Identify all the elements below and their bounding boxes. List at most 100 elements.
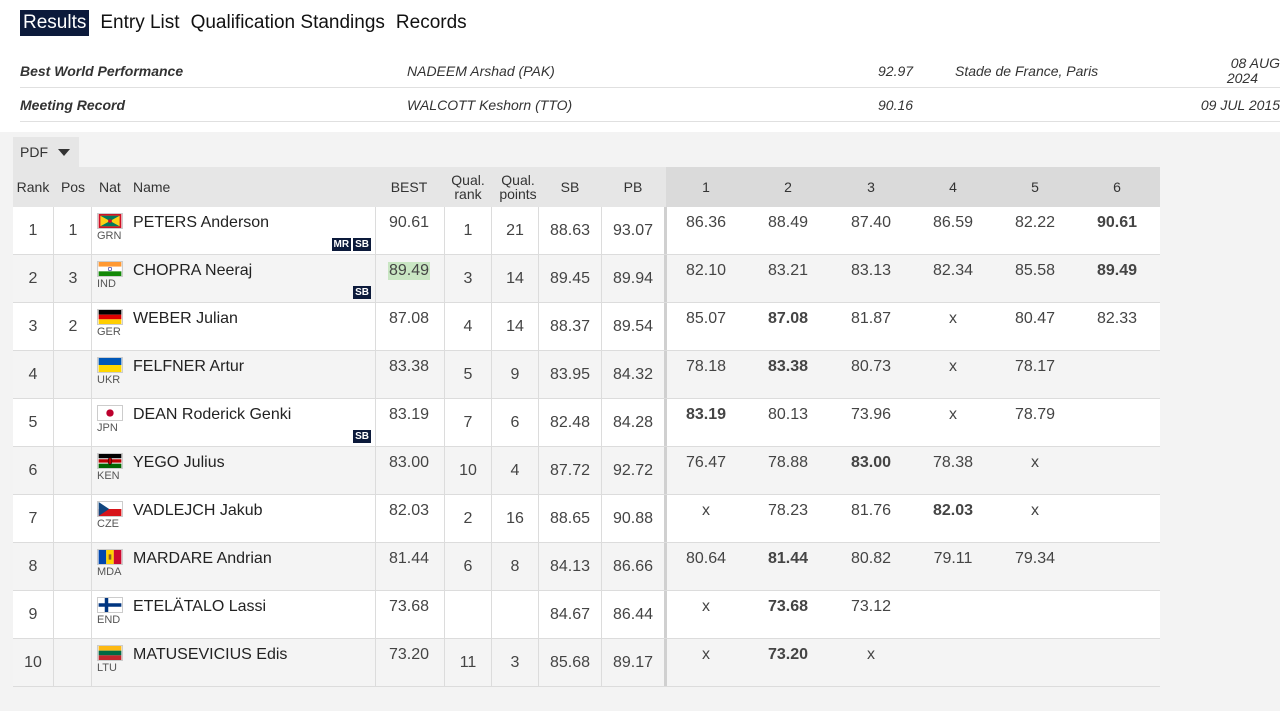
athlete-name-link[interactable]: ETELÄTALO Lassi [133,598,266,616]
cell-attempt-3: 81.76 [850,502,892,519]
cell-divider [491,255,492,302]
nat-cell: END [97,597,127,626]
record-mark: 90.16 [878,97,914,113]
moldova-flag-icon [97,549,127,565]
tab-entry-list[interactable]: Entry List [95,10,184,36]
cell-attempt-6 [1077,591,1157,638]
table-row[interactable]: 6 KEN YEGO Julius 83.00 10 4 87.72 92.72 76.47… [13,447,1160,495]
cell-rank: 9 [28,605,38,623]
cell-attempt-2: 87.08 [767,310,809,327]
nat-cell: UKR [97,357,127,386]
athlete-name-link[interactable]: FELFNER Artur [133,358,244,376]
cell-divider [91,207,92,254]
athlete-name-link[interactable]: PETERS Anderson [133,214,269,232]
table-row[interactable]: 8 MDA MARDARE Andrian 81.44 6 8 84.13 86.66 80… [13,543,1160,591]
best-value: 89.49 [387,262,431,280]
cell-divider [53,207,54,254]
athlete-name-link[interactable]: VADLEJCH Jakub [133,502,263,520]
col-rank[interactable]: Rank [13,167,53,207]
cell-divider [601,351,602,398]
table-row[interactable]: 10 LTU MATUSEVICIUS Edis 73.20 11 3 85.68 89.… [13,639,1160,687]
tab-records[interactable]: Records [391,10,472,36]
cell-attempt-3: 80.73 [850,358,892,375]
cell-attempt-6 [1077,495,1157,542]
cell-divider [53,495,54,542]
table-row[interactable]: 7 CZE VADLEJCH Jakub 82.03 2 16 88.65 90.88 x 7… [13,495,1160,543]
cell-attempt-4: 78.38 [932,454,974,471]
cell-rank: 4 [28,365,38,383]
cell-pb: 89.17 [612,653,654,671]
col-qual-rank[interactable]: Qual. rank [446,167,490,207]
col-name[interactable]: Name [133,167,213,207]
cell-attempt-5: 79.34 [1014,550,1056,567]
col-attempt-2[interactable]: 2 [748,167,828,207]
cell-attempt-1: x [702,598,710,615]
athlete-name-link[interactable]: DEAN Roderick Genki [133,406,291,424]
cell-attempt-2: 80.13 [767,406,809,423]
cell-divider [444,255,445,302]
athlete-name-link[interactable]: MARDARE Andrian [133,550,272,568]
cell-divider [538,207,539,254]
cell-qual-points: 16 [506,509,524,527]
cell-qual-points: 6 [510,413,520,431]
cell-divider [444,495,445,542]
cell-attempt-3: 83.00 [850,454,892,471]
cell-divider [601,447,602,494]
col-pos[interactable]: Pos [55,167,91,207]
cell-qual-rank: 3 [463,269,473,287]
record-mark: 92.97 [878,63,914,79]
nat-cell: IND [97,261,127,290]
col-attempt-1[interactable]: 1 [666,167,746,207]
table-row[interactable]: 4 UKR FELFNER Artur 83.38 5 9 83.95 84.32 78.1… [13,351,1160,399]
athlete-name-link[interactable]: MATUSEVICIUS Edis [133,646,287,664]
cell-pos [55,351,91,398]
cell-attempt-3: 83.13 [850,262,892,279]
pdf-dropdown[interactable]: PDF [13,137,79,167]
athlete-name-link[interactable]: YEGO Julius [133,454,225,472]
cell-pb: 93.07 [612,221,654,239]
cell-attempt-2: 83.38 [767,358,809,375]
table-body: 11 GRN PETERS Anderson MR SB 90.61 1 21 88.63 9… [13,207,1160,687]
cell-divider [53,255,54,302]
cell-divider [53,543,54,590]
cell-qual-rank [446,591,490,638]
tab-qualification-standings[interactable]: Qualification Standings [186,10,390,36]
col-attempt-5[interactable]: 5 [995,167,1075,207]
cell-sb: 84.13 [549,557,591,575]
athlete-name-link[interactable]: WEBER Julian [133,310,238,328]
col-sb[interactable]: SB [540,167,600,207]
col-qual-rank-line: rank [454,186,482,202]
table-row[interactable]: 5 JPN DEAN Roderick Genki SB 83.19 7 6 82.48 8… [13,399,1160,447]
table-row[interactable]: 3 2 GER WEBER Julian 87.08 4 14 88.37 89.54 85.… [13,303,1160,351]
col-attempt-3[interactable]: 3 [831,167,911,207]
record-row-world-performance: Best World Performance NADEEM Arshad (PA… [20,54,1280,88]
col-nat[interactable]: Nat [99,167,129,207]
table-row[interactable]: 1 1 GRN PETERS Anderson MR SB 90.61 1 21 88.63 9… [13,207,1160,255]
cell-attempt-3: 81.87 [850,310,892,327]
col-qual-points[interactable]: Qual. points [493,167,543,207]
cell-pos: 2 [68,317,78,335]
table-row[interactable]: 2 3 IND CHOPRA Neeraj SB 89.49 3 14 89.45 89.94… [13,255,1160,303]
cell-pb: 86.44 [612,605,654,623]
col-pb[interactable]: PB [603,167,663,207]
cell-attempt-6 [1077,351,1157,398]
cell-divider [491,399,492,446]
cell-divider [491,495,492,542]
athlete-name-link[interactable]: CHOPRA Neeraj [133,262,252,280]
cell-qual-points: 8 [510,557,520,575]
cell-divider [601,399,602,446]
tab-results[interactable]: Results [20,10,90,36]
cell-attempt-2: 78.88 [767,454,809,471]
cell-sb: 84.67 [549,605,591,623]
col-attempt-4[interactable]: 4 [913,167,993,207]
caret-down-icon [58,148,70,156]
cell-divider [601,207,602,254]
cell-divider [53,591,54,638]
col-attempt-6[interactable]: 6 [1077,167,1157,207]
table-row[interactable]: 9 END ETELÄTALO Lassi 73.68 84.67 86.44 x 73.… [13,591,1160,639]
cell-rank: 3 [28,317,38,335]
cell-attempt-2: 81.44 [767,550,809,567]
cell-divider [91,543,92,590]
col-best[interactable]: BEST [375,167,443,207]
cell-attempt-2: 78.23 [767,502,809,519]
